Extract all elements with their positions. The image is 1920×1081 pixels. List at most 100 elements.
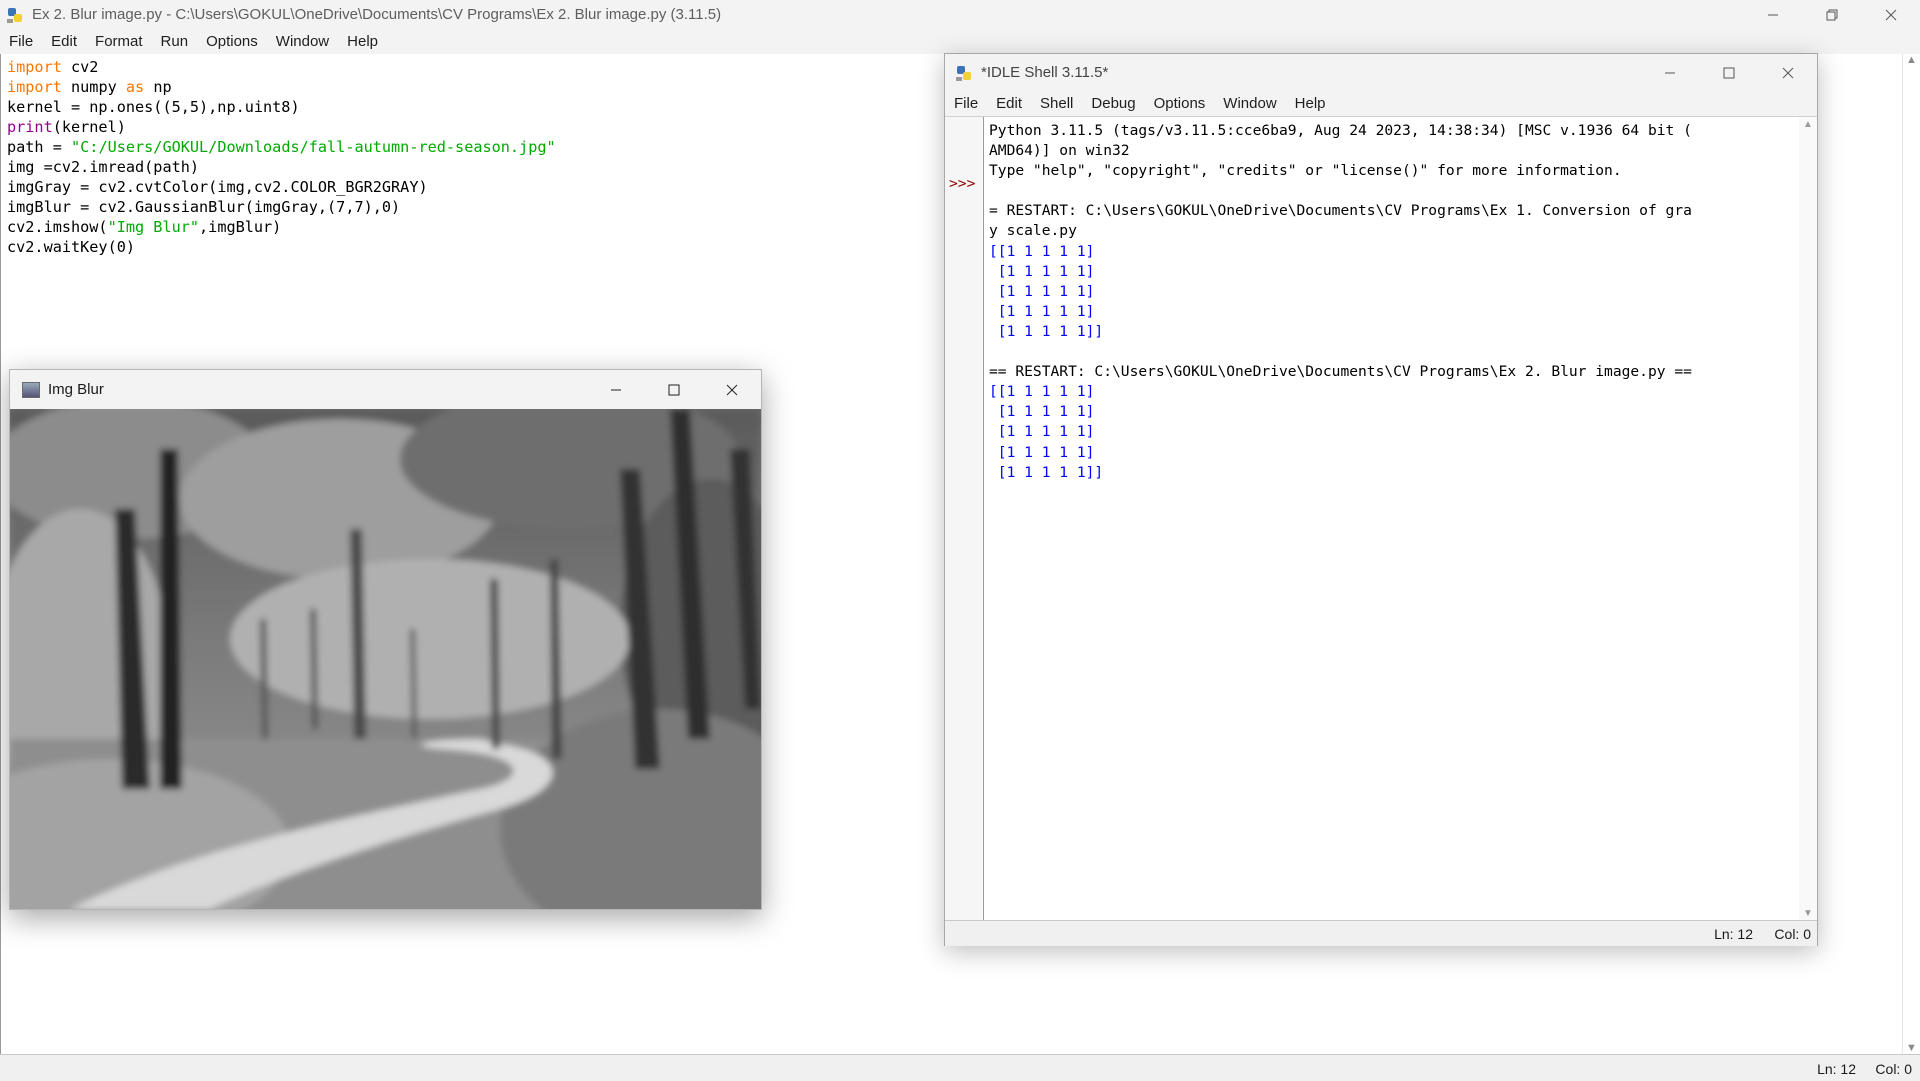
menu-format[interactable]: Format: [86, 33, 152, 50]
shell-prompt-gutter: >>>: [945, 117, 984, 921]
shell-prompt: >>>: [949, 175, 976, 192]
code-token: cv2.waitKey(0): [7, 238, 136, 256]
code-token: (kernel): [52, 118, 126, 136]
editor-line-number: Ln: 12: [1817, 1061, 1856, 1077]
code-line[interactable]: import numpy as np: [7, 77, 556, 97]
shell-line: = RESTART: C:\Users\GOKUL\OneDrive\Docum…: [989, 202, 1692, 220]
shell-close-button[interactable]: [1758, 54, 1817, 91]
menu-options[interactable]: Options: [197, 33, 267, 50]
close-icon: [1782, 67, 1793, 78]
code-line[interactable]: imgBlur = cv2.GaussianBlur(imgGray,(7,7)…: [7, 197, 556, 217]
shell-line: y scale.py: [989, 222, 1077, 240]
close-icon: [726, 384, 738, 395]
code-token: import: [7, 58, 62, 76]
scroll-up-icon[interactable]: ▲: [1803, 119, 1813, 130]
shell-status-bar: Ln: 12 Col: 0: [945, 920, 1817, 946]
code-line[interactable]: cv2.waitKey(0): [7, 237, 556, 257]
shell-stdout-line: [1 1 1 1 1]: [989, 443, 1095, 461]
code-token: import: [7, 78, 62, 96]
shell-line: == RESTART: C:\Users\GOKUL\OneDrive\Docu…: [989, 363, 1692, 381]
code-token: as: [125, 78, 145, 96]
img-close-button[interactable]: [703, 370, 761, 409]
shell-stdout-line: [1 1 1 1 1]: [989, 262, 1095, 280]
blurred-image: [10, 409, 761, 909]
code-text[interactable]: import cv2 import numpy as np kernel = np.…: [7, 57, 556, 257]
shell-title-bar[interactable]: *IDLE Shell 3.11.5*: [945, 54, 1817, 91]
python-icon: [7, 7, 22, 23]
shell-stdout-line: [1 1 1 1 1]]: [989, 463, 1104, 481]
maximize-icon: [668, 384, 680, 395]
shell-line: Python 3.11.5 (tags/v3.11.5:cce6ba9, Aug…: [989, 122, 1692, 139]
menu-file[interactable]: File: [0, 33, 42, 50]
blurred-forest-path-image: [10, 409, 761, 909]
shell-stdout-line: [[1 1 1 1 1]: [989, 383, 1095, 401]
code-token: "C:/Users/GOKUL/Downloads/fall-autumn-re…: [71, 138, 556, 156]
shell-scrollbar[interactable]: ▲ ▼: [1799, 117, 1817, 921]
scroll-down-icon[interactable]: ▼: [1803, 908, 1813, 919]
shell-stdout-line: [1 1 1 1 1]]: [989, 322, 1104, 340]
code-token: path =: [7, 138, 72, 156]
editor-window-title: Ex 2. Blur image.py - C:\Users\GOKUL\One…: [32, 6, 722, 23]
close-icon: [1885, 9, 1896, 20]
shell-maximize-button[interactable]: [1699, 54, 1758, 91]
shell-menu-file[interactable]: File: [945, 95, 987, 112]
scroll-up-icon[interactable]: ▲: [1906, 54, 1917, 66]
scroll-down-icon[interactable]: ▼: [1906, 1042, 1917, 1054]
code-line[interactable]: img =cv2.imread(path): [7, 157, 556, 177]
img-maximize-button[interactable]: [645, 370, 703, 409]
shell-menu-debug[interactable]: Debug: [1082, 95, 1144, 112]
shell-menu-window[interactable]: Window: [1214, 95, 1285, 112]
maximize-icon: [1723, 67, 1734, 78]
restore-button[interactable]: [1802, 0, 1861, 29]
editor-column-number: Col: 0: [1875, 1061, 1912, 1077]
shell-menu-help[interactable]: Help: [1286, 95, 1335, 112]
code-line[interactable]: cv2.imshow("Img Blur",imgBlur): [7, 217, 556, 237]
image-window-icon: [22, 381, 40, 398]
menu-edit[interactable]: Edit: [42, 33, 86, 50]
shell-text[interactable]: Python 3.11.5 (tags/v3.11.5:cce6ba9, Aug…: [989, 121, 1692, 483]
idle-shell-window[interactable]: *IDLE Shell 3.11.5* File Edit Shell Debu…: [944, 53, 1818, 946]
editor-scrollbar[interactable]: ▲ ▼: [1902, 54, 1920, 1054]
code-line[interactable]: print(kernel): [7, 117, 556, 137]
shell-stdout-line: [1 1 1 1 1]: [989, 302, 1095, 320]
code-token: cv2: [61, 58, 99, 76]
code-line[interactable]: imgGray = cv2.cvtColor(img,cv2.COLOR_BGR…: [7, 177, 556, 197]
restore-icon: [1826, 9, 1837, 20]
code-line[interactable]: kernel = np.ones((5,5),np.uint8): [7, 97, 556, 117]
minimize-button[interactable]: [1743, 0, 1802, 29]
shell-menu-options[interactable]: Options: [1145, 95, 1215, 112]
shell-output-area[interactable]: >>> Python 3.11.5 (tags/v3.11.5:cce6ba9,…: [945, 116, 1817, 921]
minimize-icon: [611, 389, 621, 390]
python-icon: [956, 65, 971, 81]
img-minimize-button[interactable]: [587, 370, 645, 409]
img-blur-title-bar[interactable]: Img Blur: [10, 370, 761, 409]
code-line[interactable]: import cv2: [7, 57, 556, 77]
code-token: kernel = np.ones((5,5),np.uint8): [7, 98, 300, 116]
menu-window[interactable]: Window: [267, 33, 338, 50]
code-token: imgGray = cv2.cvtColor(img,cv2.COLOR_BGR…: [7, 178, 428, 196]
code-token: "Img Blur": [107, 218, 200, 236]
shell-stdout-line: [1 1 1 1 1]: [989, 423, 1095, 441]
code-token: np: [144, 78, 172, 96]
code-line[interactable]: path = "C:/Users/GOKUL/Downloads/fall-au…: [7, 137, 556, 157]
shell-window-title: *IDLE Shell 3.11.5*: [981, 64, 1109, 81]
shell-menu-shell[interactable]: Shell: [1031, 95, 1082, 112]
shell-menu-bar: File Edit Shell Debug Options Window Hel…: [945, 91, 1817, 116]
minimize-icon: [1767, 14, 1778, 15]
close-button[interactable]: [1861, 0, 1920, 29]
code-token: imgBlur = cv2.GaussianBlur(imgGray,(7,7)…: [7, 198, 401, 216]
shell-minimize-button[interactable]: [1640, 54, 1699, 91]
editor-menu-bar: File Edit Format Run Options Window Help: [0, 29, 1920, 55]
menu-run[interactable]: Run: [152, 33, 198, 50]
img-blur-window[interactable]: Img Blur: [9, 369, 762, 910]
shell-menu-edit[interactable]: Edit: [987, 95, 1031, 112]
shell-stdout-line: [1 1 1 1 1]: [989, 403, 1095, 421]
editor-status-bar: Ln: 12 Col: 0: [0, 1054, 1920, 1081]
img-blur-title: Img Blur: [48, 381, 104, 398]
code-token: ,imgBlur): [199, 218, 282, 236]
editor-title-bar: Ex 2. Blur image.py - C:\Users\GOKUL\One…: [0, 0, 1920, 29]
code-token: cv2.imshow(: [7, 218, 108, 236]
code-token: numpy: [61, 78, 126, 96]
shell-line-number: Ln: 12: [1714, 926, 1753, 942]
menu-help[interactable]: Help: [338, 33, 387, 50]
